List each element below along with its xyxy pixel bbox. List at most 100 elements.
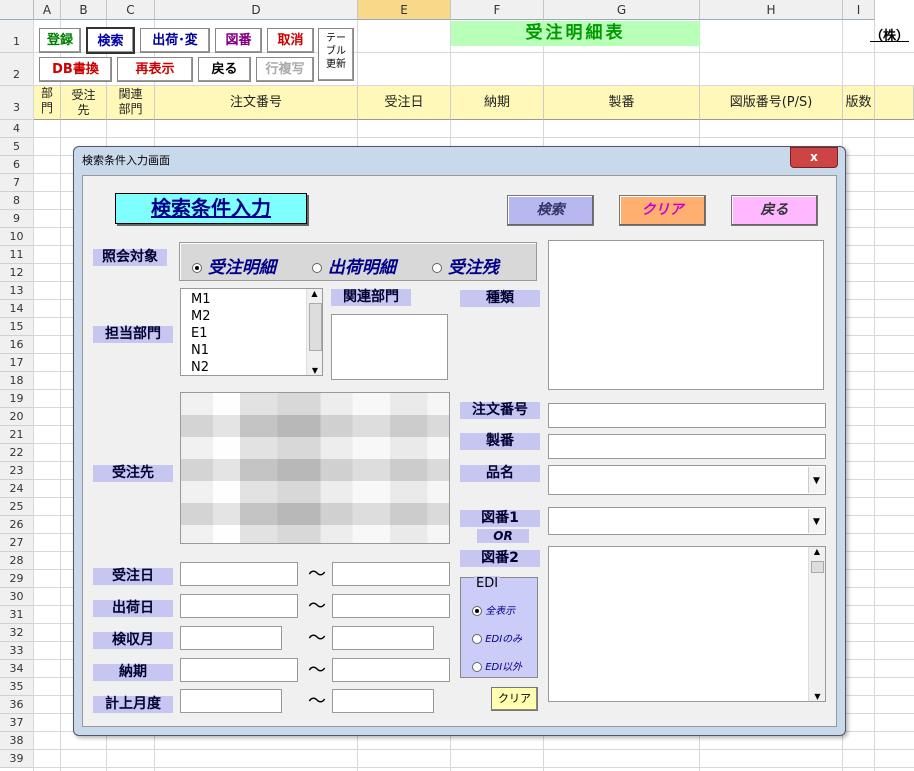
row-header[interactable]: 20 [0,408,34,426]
row-header[interactable]: 25 [0,498,34,516]
row-header[interactable]: 38 [0,732,34,750]
dept-listbox[interactable]: M1 M2 E1 N1 N2 ▲ ▼ [180,288,323,376]
db-write-button[interactable]: DB書換 [39,57,112,82]
booking-month-from[interactable] [180,689,282,713]
row-header[interactable]: 4 [0,120,34,138]
select-all-corner[interactable] [0,0,34,20]
row-header[interactable]: 37 [0,714,34,732]
booking-month-to[interactable] [332,689,434,713]
acceptance-month-from[interactable] [180,626,282,650]
item-name-select[interactable]: ▼ [548,465,826,495]
row-header[interactable]: 12 [0,264,34,282]
dept-scrollbar[interactable]: ▲ ▼ [306,289,322,375]
drawing2-textarea[interactable]: ▲ ▼ [548,546,826,702]
row-header[interactable]: 32 [0,624,34,642]
chevron-down-icon[interactable]: ▼ [808,467,824,493]
table-update-button[interactable]: テーブル更新 [318,28,354,81]
row-header[interactable]: 31 [0,606,34,624]
radio-order-detail[interactable]: 受注明細 [192,253,276,278]
scroll-thumb[interactable] [309,303,322,351]
scroll-down-icon[interactable]: ▼ [307,366,322,375]
edi-radio-only[interactable]: EDIのみ [472,630,522,645]
close-button[interactable]: x [790,147,838,168]
row-header[interactable]: 9 [0,210,34,228]
column-header[interactable]: D [155,0,358,20]
row-header[interactable]: 15 [0,318,34,336]
row-header[interactable]: 39 [0,750,34,768]
row-header[interactable]: 21 [0,426,34,444]
row-header[interactable]: 8 [0,192,34,210]
row-header[interactable]: 26 [0,516,34,534]
column-header[interactable]: G [544,0,700,20]
edi-clear-button[interactable]: クリア [491,687,538,711]
row-header[interactable]: 27 [0,534,34,552]
row-header[interactable]: 30 [0,588,34,606]
order-date-to[interactable] [332,562,450,586]
customer-listbox[interactable] [180,392,450,544]
edi-radio-all[interactable]: 全表示 [472,602,515,617]
dialog-clear-button[interactable]: クリア [619,195,706,226]
radio-ship-detail[interactable]: 出荷明細 [312,253,396,278]
scroll-thumb[interactable] [811,561,824,573]
scroll-up-icon[interactable]: ▲ [307,289,322,298]
back-button-sheet[interactable]: 戻る [198,57,251,82]
order-no-field[interactable] [548,403,826,428]
dialog-back-button[interactable]: 戻る [731,195,818,226]
row-header[interactable]: 16 [0,336,34,354]
due-to[interactable] [332,658,450,682]
column-header[interactable]: I [843,0,875,20]
due-from[interactable] [180,658,298,682]
row-header[interactable]: 22 [0,444,34,462]
column-header[interactable]: F [451,0,544,20]
column-header[interactable]: B [61,0,107,20]
list-item[interactable]: N1 [191,342,312,359]
ship-date-from[interactable] [180,594,298,618]
search-button[interactable]: 検索 [86,27,135,54]
type-listbox[interactable] [548,240,824,390]
row-header[interactable]: 11 [0,246,34,264]
scroll-up-icon[interactable]: ▲ [809,547,825,556]
row-header[interactable]: 2 [0,53,34,86]
column-header[interactable]: C [107,0,155,20]
column-header[interactable]: A [34,0,61,20]
list-item[interactable]: M1 [191,291,312,308]
row-header[interactable]: 1 [0,20,34,53]
row-header[interactable]: 5 [0,138,34,156]
radio-order-remaining-dot[interactable] [432,263,442,273]
row-header[interactable]: 13 [0,282,34,300]
register-button[interactable]: 登録 [39,28,81,53]
radio-order-remaining[interactable]: 受注残 [432,253,499,278]
row-header[interactable]: 10 [0,228,34,246]
scroll-down-icon[interactable]: ▼ [809,692,826,701]
list-item[interactable]: E1 [191,325,312,342]
drawing1-select[interactable]: ▼ [548,507,826,535]
related-dept-listbox[interactable] [331,314,448,380]
drawing2-scrollbar[interactable]: ▲ ▼ [808,547,825,701]
row-header[interactable]: 7 [0,174,34,192]
ship-date-to[interactable] [332,594,450,618]
list-item[interactable]: N2 [191,359,312,375]
dialog-search-button[interactable]: 検索 [507,195,594,226]
row-header[interactable]: 29 [0,570,34,588]
row-header[interactable]: 18 [0,372,34,390]
ship-change-button[interactable]: 出荷･変 [140,28,210,53]
order-date-from[interactable] [180,562,298,586]
row-header[interactable]: 28 [0,552,34,570]
drawing-button[interactable]: 図番 [215,28,262,53]
acceptance-month-to[interactable] [332,626,434,650]
column-header[interactable]: E [358,0,451,20]
product-no-field[interactable] [548,434,826,459]
row-header[interactable]: 19 [0,390,34,408]
row-header[interactable]: 35 [0,678,34,696]
list-item[interactable]: M2 [191,308,312,325]
row-header[interactable]: 23 [0,462,34,480]
redisplay-button[interactable]: 再表示 [117,57,193,82]
edi-radio-all-dot[interactable] [472,606,482,616]
row-header[interactable]: 14 [0,300,34,318]
column-header[interactable]: H [700,0,843,20]
edi-radio-except[interactable]: EDI以外 [472,658,522,673]
radio-ship-detail-dot[interactable] [312,263,322,273]
edi-radio-except-dot[interactable] [472,662,482,672]
row-header[interactable]: 24 [0,480,34,498]
row-header[interactable]: 3 [0,86,34,120]
